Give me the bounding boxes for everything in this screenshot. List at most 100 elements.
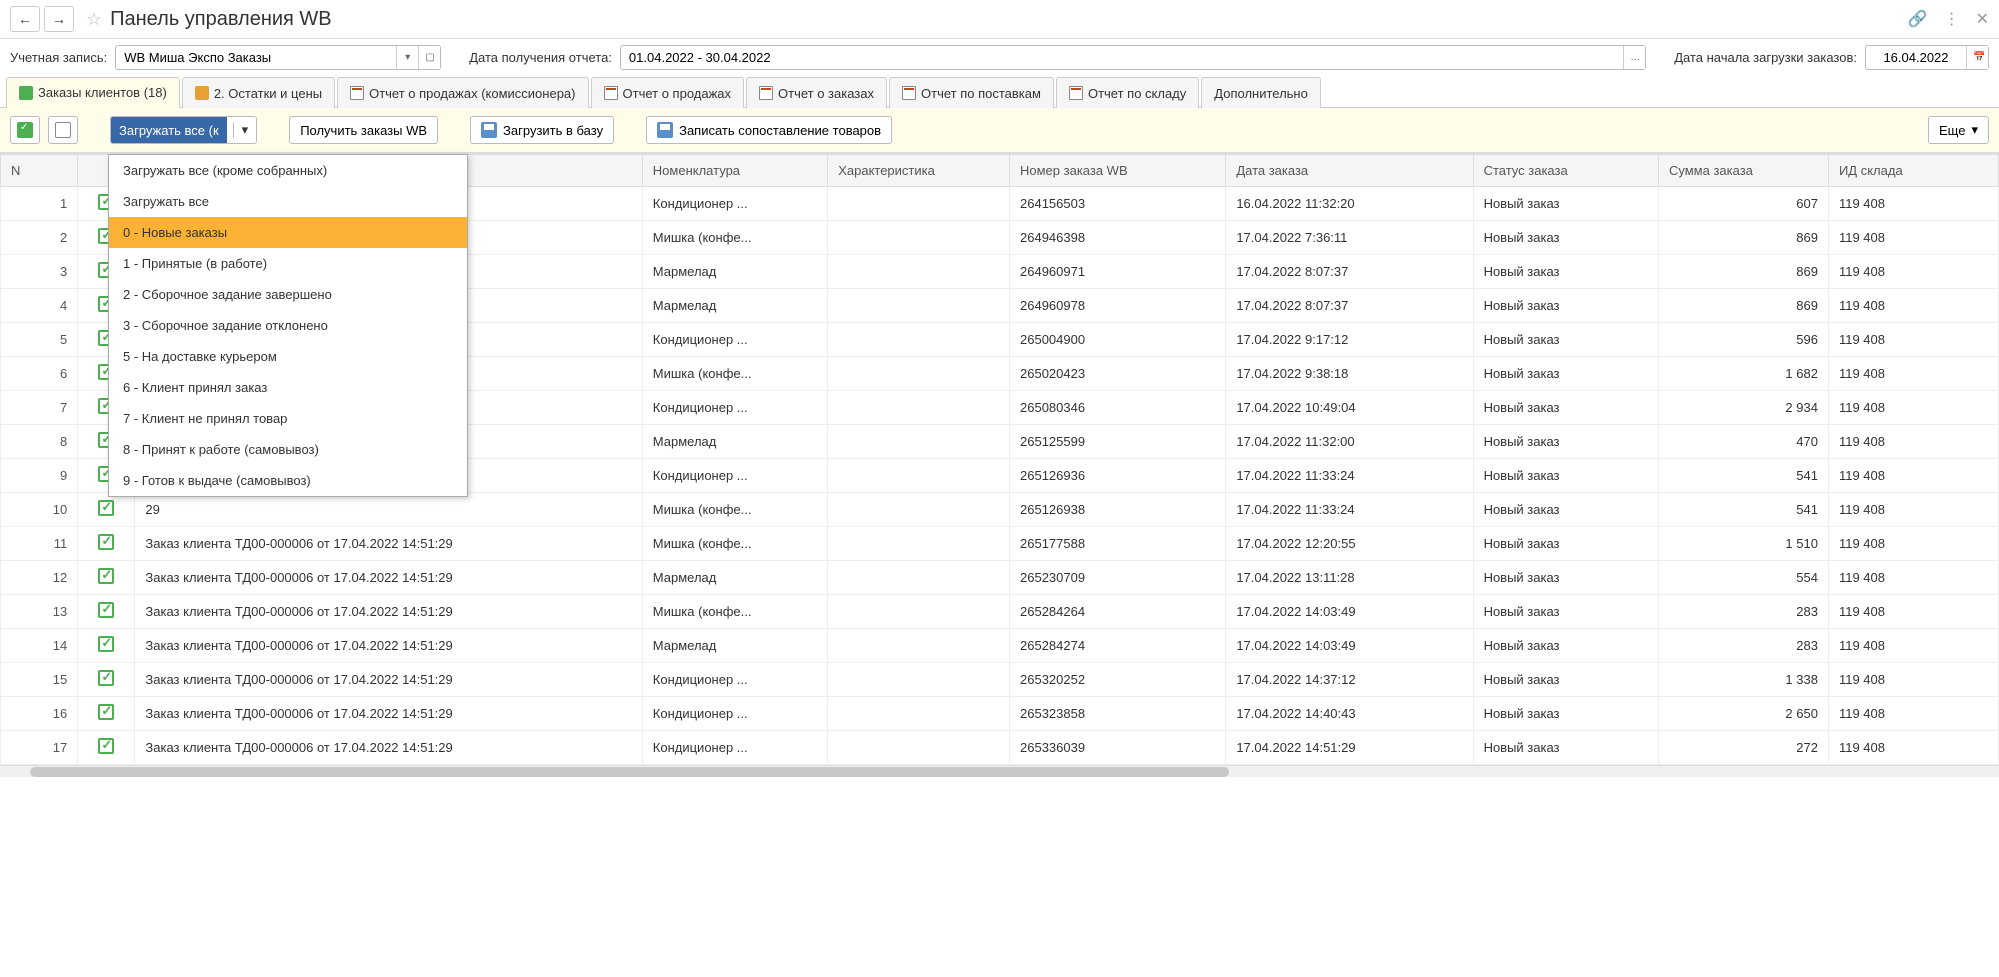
tab-label: Отчет о заказах — [778, 86, 874, 101]
column-header-3[interactable]: Номенклатура — [642, 155, 827, 187]
column-header-5[interactable]: Номер заказа WB — [1010, 155, 1226, 187]
cell-order-date: 17.04.2022 14:03:49 — [1226, 629, 1473, 663]
dropdown-item-9[interactable]: 8 - Принят к работе (самовывоз) — [109, 434, 467, 465]
checkbox-icon[interactable] — [98, 602, 114, 618]
dropdown-item-10[interactable]: 9 - Готов к выдаче (самовывоз) — [109, 465, 467, 496]
cell-doc: 29 — [135, 493, 642, 527]
cell-wb-order: 265177588 — [1010, 527, 1226, 561]
dropdown-item-6[interactable]: 5 - На доставке курьером — [109, 341, 467, 372]
cell-nomenclature: Кондиционер ... — [642, 323, 827, 357]
load-start-input[interactable] — [1866, 46, 1966, 69]
tab-4[interactable]: Отчет о заказах — [746, 77, 887, 108]
cell-order-date: 17.04.2022 10:49:04 — [1226, 391, 1473, 425]
cell-checkbox[interactable] — [78, 697, 135, 731]
cell-characteristic — [828, 527, 1010, 561]
cell-checkbox[interactable] — [78, 731, 135, 765]
tab-3[interactable]: Отчет о продажах — [591, 77, 745, 108]
cell-wb-order: 265080346 — [1010, 391, 1226, 425]
account-dropdown-icon[interactable]: ▾ — [396, 46, 418, 69]
table-row[interactable]: 17Заказ клиента ТД00-000006 от 17.04.202… — [1, 731, 1999, 765]
table-row[interactable]: 13Заказ клиента ТД00-000006 от 17.04.202… — [1, 595, 1999, 629]
cell-nomenclature: Кондиционер ... — [642, 697, 827, 731]
dropdown-item-4[interactable]: 2 - Сборочное задание завершено — [109, 279, 467, 310]
account-open-icon[interactable]: ▢ — [418, 46, 440, 69]
cell-order-date: 17.04.2022 8:07:37 — [1226, 255, 1473, 289]
cell-checkbox[interactable] — [78, 595, 135, 629]
dropdown-item-8[interactable]: 7 - Клиент не принял товар — [109, 403, 467, 434]
check-all-button[interactable] — [10, 116, 40, 144]
chevron-down-icon[interactable]: ▾ — [233, 122, 257, 138]
cell-n: 10 — [1, 493, 78, 527]
more-button[interactable]: Еще ▾ — [1928, 116, 1989, 144]
cell-checkbox[interactable] — [78, 629, 135, 663]
cell-doc: Заказ клиента ТД00-000006 от 17.04.2022 … — [135, 663, 642, 697]
table-row[interactable]: 16Заказ клиента ТД00-000006 от 17.04.202… — [1, 697, 1999, 731]
tab-label: 2. Остатки и цены — [214, 86, 322, 101]
column-header-6[interactable]: Дата заказа — [1226, 155, 1473, 187]
tab-2[interactable]: Отчет о продажах (комиссионера) — [337, 77, 588, 108]
cell-checkbox[interactable] — [78, 561, 135, 595]
tab-7[interactable]: Дополнительно — [1201, 77, 1321, 108]
cell-checkbox[interactable] — [78, 663, 135, 697]
nav-back-button[interactable]: ← — [10, 6, 40, 32]
checkbox-icon[interactable] — [98, 568, 114, 584]
checkbox-icon[interactable] — [98, 636, 114, 652]
checkbox-icon[interactable] — [98, 704, 114, 720]
account-input[interactable] — [116, 46, 396, 69]
cell-order-date: 17.04.2022 11:33:24 — [1226, 493, 1473, 527]
cell-doc: Заказ клиента ТД00-000006 от 17.04.2022 … — [135, 629, 642, 663]
cell-checkbox[interactable] — [78, 527, 135, 561]
dropdown-item-5[interactable]: 3 - Сборочное задание отклонено — [109, 310, 467, 341]
checkbox-icon[interactable] — [98, 670, 114, 686]
cell-nomenclature: Кондиционер ... — [642, 187, 827, 221]
dropdown-item-7[interactable]: 6 - Клиент принял заказ — [109, 372, 467, 403]
scrollbar-thumb[interactable] — [30, 767, 1229, 777]
table-row[interactable]: 12Заказ клиента ТД00-000006 от 17.04.202… — [1, 561, 1999, 595]
horizontal-scrollbar[interactable] — [0, 765, 1999, 777]
column-header-0[interactable]: N — [1, 155, 78, 187]
checkbox-icon[interactable] — [98, 534, 114, 550]
report-date-picker-icon[interactable]: … — [1623, 46, 1645, 69]
uncheck-all-button[interactable] — [48, 116, 78, 144]
table-row[interactable]: 15Заказ клиента ТД00-000006 от 17.04.202… — [1, 663, 1999, 697]
column-header-9[interactable]: ИД склада — [1828, 155, 1998, 187]
tab-1[interactable]: 2. Остатки и цены — [182, 77, 335, 108]
cell-characteristic — [828, 255, 1010, 289]
get-orders-button[interactable]: Получить заказы WB — [289, 116, 438, 144]
tab-label: Отчет по складу — [1088, 86, 1186, 101]
dropdown-item-0[interactable]: Загружать все (кроме собранных) — [109, 155, 467, 186]
report-date-label: Дата получения отчета: — [469, 50, 612, 65]
favorite-icon[interactable]: ☆ — [86, 9, 102, 30]
cell-nomenclature: Мармелад — [642, 629, 827, 663]
more-menu-icon[interactable]: ⋮ — [1944, 9, 1960, 29]
dropdown-item-1[interactable]: Загружать все — [109, 186, 467, 217]
tab-6[interactable]: Отчет по складу — [1056, 77, 1199, 108]
table-row[interactable]: 11Заказ клиента ТД00-000006 от 17.04.202… — [1, 527, 1999, 561]
account-combo[interactable]: ▾ ▢ — [115, 45, 441, 70]
table-row[interactable]: 14Заказ клиента ТД00-000006 от 17.04.202… — [1, 629, 1999, 663]
column-header-8[interactable]: Сумма заказа — [1658, 155, 1828, 187]
cell-warehouse: 119 408 — [1828, 697, 1998, 731]
checkbox-icon[interactable] — [98, 500, 114, 516]
cell-sum: 2 934 — [1658, 391, 1828, 425]
cell-sum: 2 650 — [1658, 697, 1828, 731]
report-date-input[interactable] — [621, 46, 1623, 69]
cell-checkbox[interactable] — [78, 493, 135, 527]
tab-0[interactable]: Заказы клиентов (18) — [6, 77, 180, 108]
tab-5[interactable]: Отчет по поставкам — [889, 77, 1054, 108]
close-icon[interactable]: ✕ — [1976, 9, 1989, 29]
checkbox-icon[interactable] — [98, 738, 114, 754]
report-date-combo[interactable]: … — [620, 45, 1646, 70]
column-header-4[interactable]: Характеристика — [828, 155, 1010, 187]
dropdown-item-2[interactable]: 0 - Новые заказы — [109, 217, 467, 248]
column-header-7[interactable]: Статус заказа — [1473, 155, 1658, 187]
link-icon[interactable]: 🔗 — [1908, 9, 1928, 29]
table-row[interactable]: 1029Мишка (конфе...26512693817.04.2022 1… — [1, 493, 1999, 527]
load-db-button[interactable]: Загрузить в базу — [470, 116, 614, 144]
nav-forward-button[interactable]: → — [44, 6, 74, 32]
save-mapping-button[interactable]: Записать сопоставление товаров — [646, 116, 892, 144]
dropdown-item-3[interactable]: 1 - Принятые (в работе) — [109, 248, 467, 279]
calendar-icon[interactable]: 📅 — [1966, 46, 1988, 69]
load-start-combo[interactable]: 📅 — [1865, 45, 1989, 70]
load-filter-dropdown[interactable]: Загружать все (к ▾ — [110, 116, 257, 144]
